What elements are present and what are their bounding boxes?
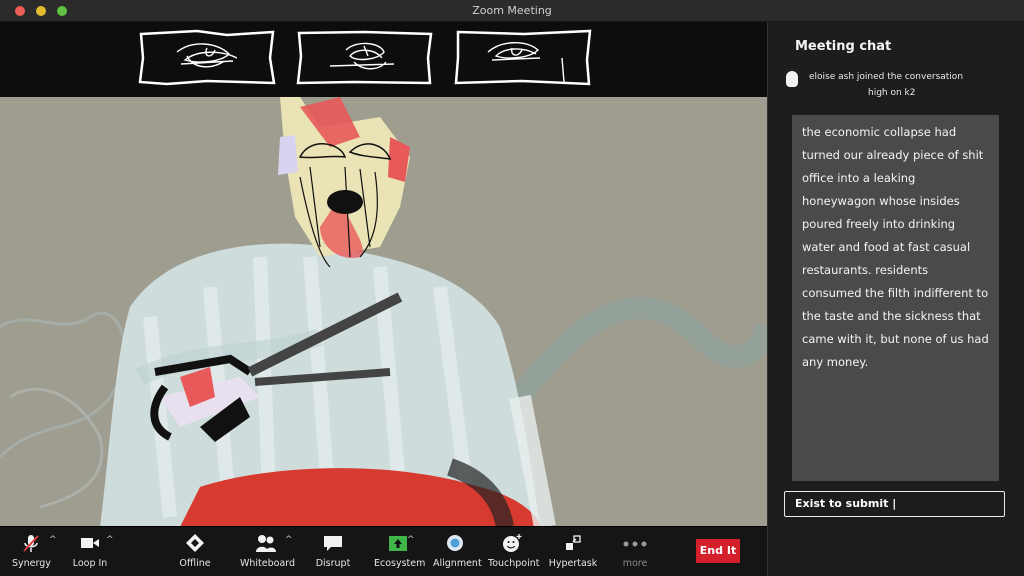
synergy-button[interactable]: Synergy [12, 533, 51, 569]
speaker-painting [0, 97, 767, 527]
shield-icon [186, 534, 204, 552]
chevron-up-icon[interactable]: ^ [407, 535, 415, 545]
touchpoint-button[interactable]: Touchpoint [488, 533, 540, 569]
video-camera-icon [81, 538, 99, 548]
chat-message-box: the economic collapse had turned our alr… [792, 115, 999, 481]
chat-message-text: the economic collapse had turned our alr… [802, 125, 989, 369]
chevron-up-icon[interactable]: ^ [49, 535, 57, 545]
hypertask-button[interactable]: Hypertask [546, 533, 600, 569]
title-bar: Zoom Meeting [0, 0, 1024, 22]
participant-thumbnail[interactable] [452, 28, 592, 86]
meeting-toolbar: Synergy ^ Loop In ^ Offline Whiteboard ^… [0, 527, 767, 576]
share-screen-icon [389, 536, 407, 551]
apps-icon [566, 535, 581, 550]
window-title: Zoom Meeting [472, 4, 552, 17]
participants-icon [256, 535, 276, 552]
disrupt-button[interactable]: Disrupt [314, 533, 352, 569]
ecosystem-button[interactable]: Ecosystem [374, 533, 425, 569]
chevron-up-icon[interactable]: ^ [285, 535, 293, 545]
participant-thumbnail[interactable] [137, 28, 277, 86]
microphone-icon [23, 535, 39, 552]
more-button[interactable]: more [618, 533, 652, 569]
join-notification-sub: high on k2 [868, 88, 916, 98]
reaction-icon [503, 534, 522, 552]
alignment-button[interactable]: Alignment [433, 533, 482, 569]
participant-thumbnail[interactable] [294, 28, 434, 86]
record-icon [447, 535, 463, 551]
chat-input[interactable]: Exist to submit | [784, 491, 1005, 517]
offline-button[interactable]: Offline [176, 533, 214, 569]
chat-panel-title: Meeting chat [795, 39, 892, 54]
loop-in-button[interactable]: Loop In [72, 533, 108, 569]
join-notification: eloise ash joined the conversation [809, 72, 964, 82]
chat-bubble-icon [324, 536, 342, 551]
chat-panel: Meeting chat eloise ash joined the conve… [767, 22, 1024, 576]
avatar [786, 71, 798, 87]
meeting-stage [0, 22, 767, 527]
more-icon [623, 541, 647, 547]
chevron-up-icon[interactable]: ^ [106, 535, 114, 545]
active-speaker-video [0, 97, 767, 527]
end-meeting-button[interactable]: End It [696, 539, 740, 563]
participant-thumbnails [0, 22, 767, 96]
